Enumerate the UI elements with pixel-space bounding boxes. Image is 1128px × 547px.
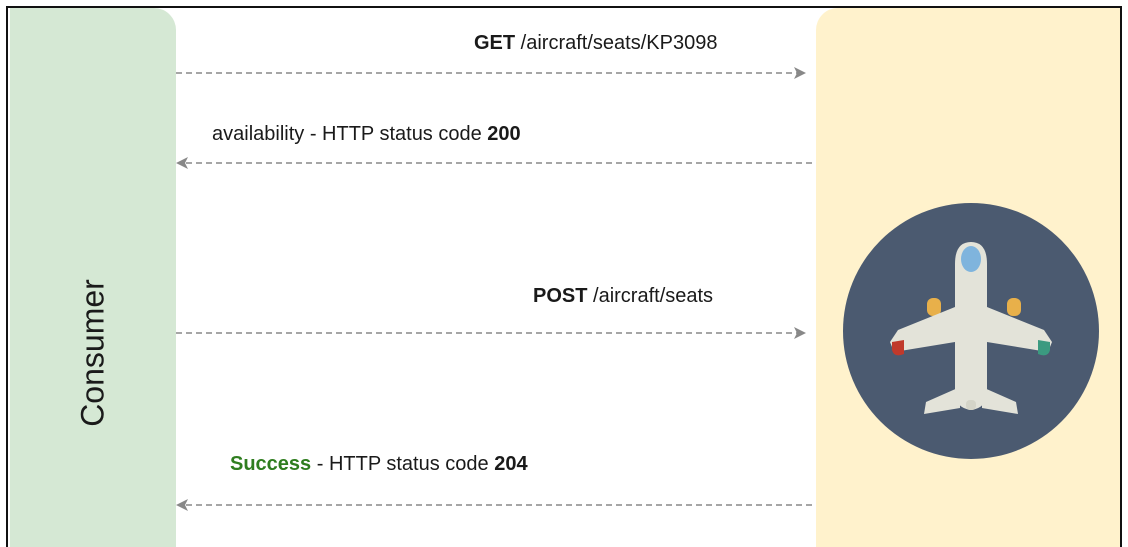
arrowhead-post (794, 327, 806, 339)
success-response-label: Success - HTTP status code 204 (230, 453, 528, 475)
get-request-label: GET /aircraft/seats/KP3098 (474, 32, 718, 54)
availability-response-label: availability - HTTP status code 200 (212, 123, 521, 145)
post-request-label: POST /aircraft/seats (533, 285, 714, 307)
arrowhead-get (794, 67, 806, 79)
airplane-icon (843, 203, 1099, 459)
